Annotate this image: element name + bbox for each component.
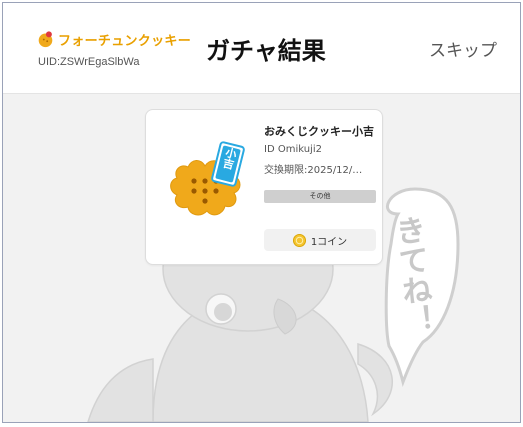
user-id-label: UID:ZSWrEgaSlbWa [38,56,140,68]
header-bar: フォーチュンクッキー UID:ZSWrEgaSlbWa ガチャ結果 スキップ [3,3,520,94]
price-button[interactable]: 1コイン [264,229,376,251]
skip-button[interactable]: スキップ [429,36,497,61]
category-badge: その他 [264,190,376,203]
app-frame: きてね！ フォーチュンクッキー UID:ZSWrEgaSlbWa ガチャ結果 ス… [2,2,521,423]
app-logo[interactable]: フォーチュンクッキー [37,30,191,49]
price-label: 1コイン [310,236,348,248]
logo-text: フォーチュンクッキー [58,34,192,49]
item-expiry: 交換期限:2025/12/… [264,165,363,176]
coin-icon [292,233,306,247]
item-id: ID Omikuji2 [264,144,322,155]
gacha-result-card[interactable]: 小吉 おみくじクッキー小吉 ID Omikuji2 交換期限:2025/12/…… [145,109,383,265]
fortune-ticket: 小吉 [211,141,245,187]
omikuji-cookie-image: 小吉 [170,141,245,216]
fortune-cookie-logo-icon [38,31,53,48]
mascot-eye [205,293,237,325]
item-name: おみくじクッキー小吉 [264,125,374,138]
page-title: ガチャ結果 [206,37,326,65]
